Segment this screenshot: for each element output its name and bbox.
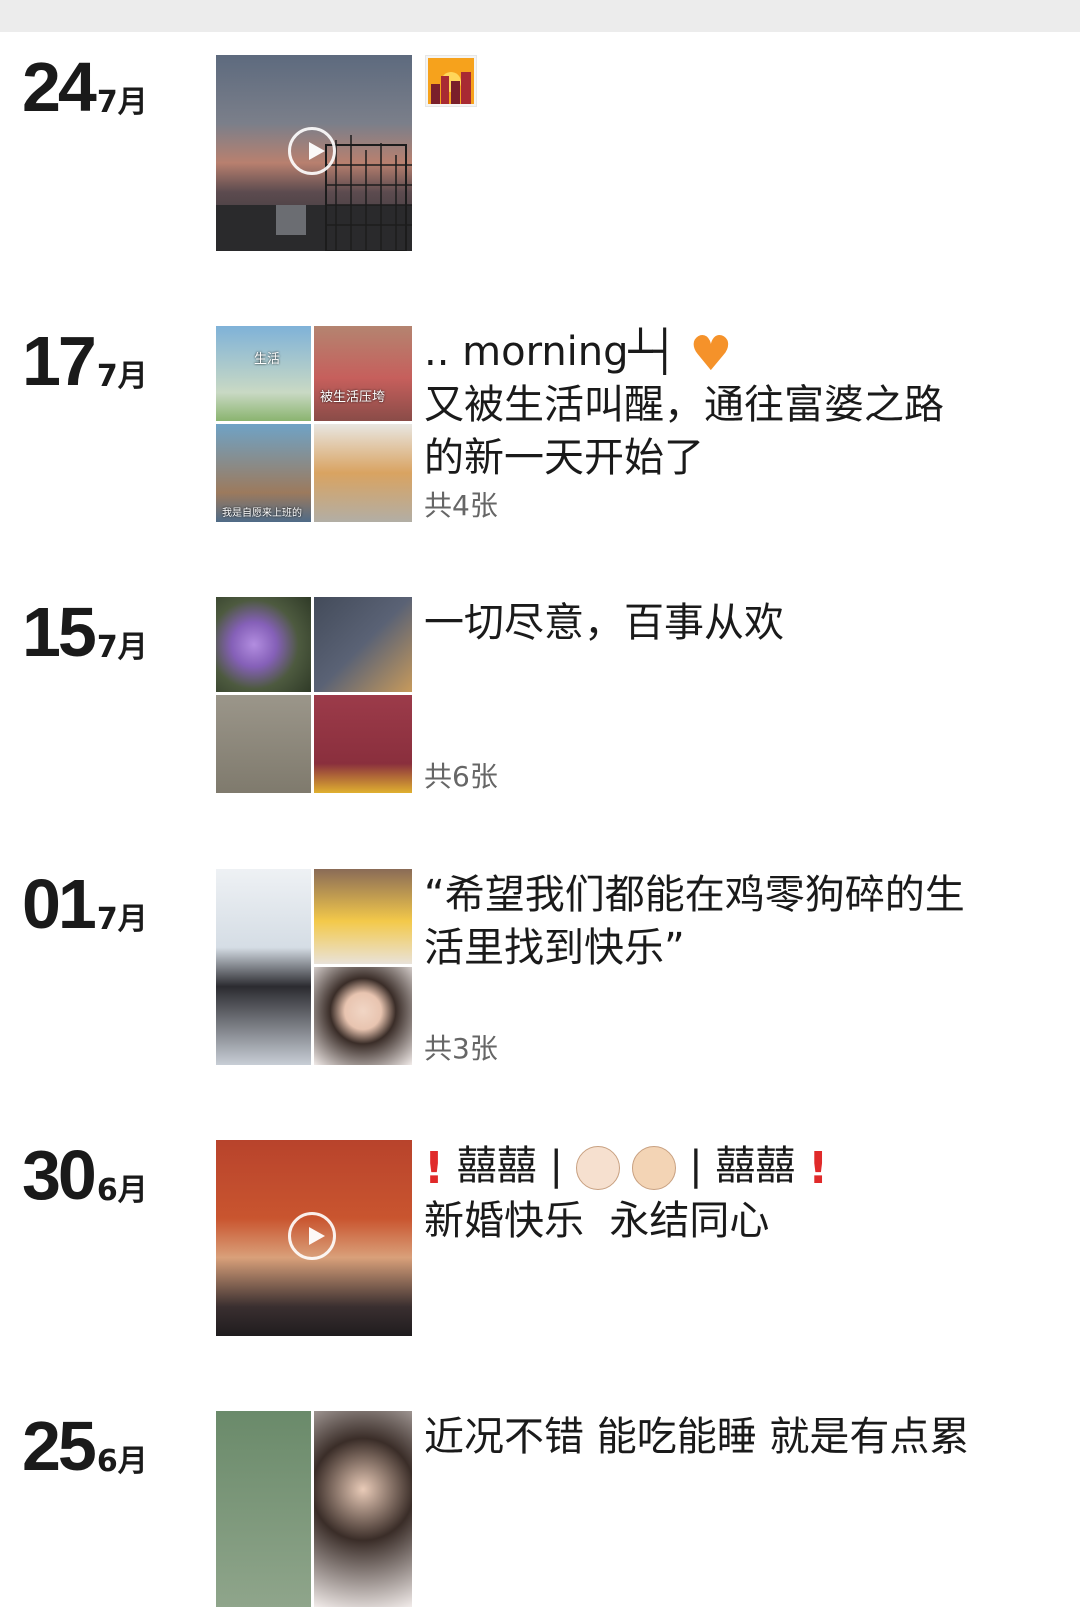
- caption-line: “希望我们都能在鸡零狗碎的生: [424, 872, 965, 918]
- caption-line: 又被生活叫醒，通往富婆之路: [424, 382, 944, 428]
- photo-tile[interactable]: 我是自愿来上班的: [216, 424, 311, 522]
- photo-tile[interactable]: [314, 1411, 412, 1607]
- post-month: 7月: [96, 359, 148, 394]
- tile-label: 我是自愿来上班的: [222, 508, 302, 519]
- post-caption: ! 囍囍 | | 囍囍 ! 新婚快乐 永结同心: [424, 1140, 1024, 1248]
- post-day: 01: [22, 865, 97, 943]
- post-date: 17 7月: [22, 326, 148, 396]
- red-exclamation-icon: !: [808, 1142, 829, 1194]
- photo-tile[interactable]: [314, 695, 412, 793]
- post-17-jul[interactable]: 17 7月 生活 被生活压垮 我是自愿来上班的 .. morning┴┤ ♥ 又被…: [0, 326, 1080, 526]
- post-date: 01 7月: [22, 869, 148, 939]
- post-15-jul[interactable]: 15 7月 一切尽意，百事从欢 共6张: [0, 597, 1080, 797]
- post-month: 6月: [96, 1444, 148, 1479]
- post-date: 25 6月: [22, 1411, 148, 1481]
- caption-line: 新婚快乐 永结同心: [424, 1197, 770, 1244]
- tile-label: 被生活压垮: [320, 390, 386, 405]
- caption-line: 近况不错 能吃能睡 就是有点累: [424, 1414, 970, 1460]
- photo-tile[interactable]: [314, 869, 412, 964]
- caption-line: 的新一天开始了: [424, 435, 704, 481]
- city-sunset-graphic: [428, 58, 474, 104]
- photo-grid[interactable]: [216, 1411, 412, 1607]
- photo-count: 共3张: [424, 1032, 498, 1065]
- caption-line: 活里找到快乐”: [424, 925, 685, 971]
- post-month: 7月: [96, 85, 148, 120]
- post-caption: 近况不错 能吃能睡 就是有点累: [424, 1411, 1024, 1464]
- video-thumbnail[interactable]: [216, 55, 412, 251]
- photo-count: 共4张: [424, 489, 498, 522]
- post-date: 30 6月: [22, 1140, 148, 1210]
- photo-tile[interactable]: [314, 424, 412, 522]
- photo-count: 共6张: [424, 760, 498, 793]
- bride-icon: [575, 1146, 620, 1190]
- red-exclamation-icon: !: [424, 1142, 445, 1194]
- caption-decorated-line: ! 囍囍 | | 囍囍 !: [424, 1140, 1024, 1195]
- post-caption: 一切尽意，百事从欢: [424, 597, 1024, 650]
- top-bar: [0, 0, 1080, 32]
- play-icon[interactable]: [288, 127, 336, 175]
- play-icon[interactable]: [288, 1212, 336, 1260]
- city-sunset-sticker-icon[interactable]: [425, 55, 477, 107]
- caption-word: 囍囍: [715, 1143, 796, 1189]
- tile-label: 生活: [254, 352, 281, 367]
- photo-tile[interactable]: [216, 695, 311, 793]
- photo-tile[interactable]: [314, 967, 412, 1065]
- orange-heart-icon: ♥: [689, 326, 733, 382]
- post-day: 25: [22, 1407, 97, 1485]
- video-thumbnail[interactable]: [216, 1140, 412, 1336]
- post-month: 6月: [96, 1173, 148, 1208]
- post-day: 17: [22, 322, 97, 400]
- photo-tile[interactable]: 生活: [216, 326, 311, 421]
- photo-tile[interactable]: [314, 597, 412, 692]
- photo-grid[interactable]: 生活 被生活压垮 我是自愿来上班的: [216, 326, 412, 522]
- post-day: 30: [22, 1136, 97, 1214]
- groom-icon: [632, 1146, 677, 1190]
- post-date: 24 7月: [22, 52, 148, 122]
- caption-first-line: .. morning┴┤: [424, 329, 677, 375]
- post-month: 7月: [96, 630, 148, 665]
- caption-line: 一切尽意，百事从欢: [424, 600, 784, 646]
- divider: |: [689, 1143, 703, 1189]
- photo-grid[interactable]: [216, 597, 412, 793]
- photo-tile[interactable]: 被生活压垮: [314, 326, 412, 421]
- post-day: 15: [22, 593, 97, 671]
- post-date: 15 7月: [22, 597, 148, 667]
- photo-tile[interactable]: [216, 597, 311, 692]
- post-25-jun[interactable]: 25 6月 近况不错 能吃能睡 就是有点累: [0, 1411, 1080, 1611]
- post-day: 24: [22, 48, 97, 126]
- caption-word: 囍囍: [456, 1143, 537, 1189]
- divider: |: [549, 1143, 563, 1189]
- post-24-jul[interactable]: 24 7月: [0, 52, 1080, 255]
- post-30-jun[interactable]: 30 6月 ! 囍囍 | | 囍囍 ! 新婚快乐 永结同心: [0, 1140, 1080, 1340]
- photo-tile[interactable]: [216, 1411, 311, 1607]
- post-caption: “希望我们都能在鸡零狗碎的生 活里找到快乐”: [424, 869, 1024, 975]
- photo-grid[interactable]: [216, 869, 412, 1065]
- post-caption: .. morning┴┤ ♥ 又被生活叫醒，通往富婆之路 的新一天开始了: [424, 326, 1024, 485]
- post-01-jul[interactable]: 01 7月 “希望我们都能在鸡零狗碎的生 活里找到快乐” 共3张: [0, 869, 1080, 1069]
- photo-tile[interactable]: [216, 869, 311, 1065]
- post-month: 7月: [96, 902, 148, 937]
